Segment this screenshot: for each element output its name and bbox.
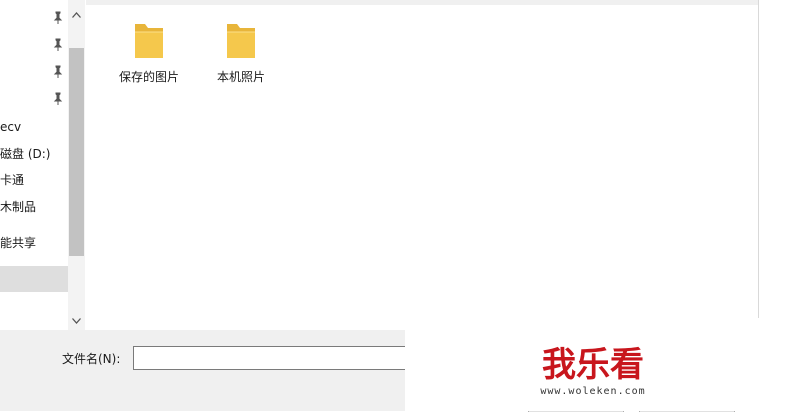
nav-item-quick-access-2[interactable]	[0, 34, 68, 56]
watermark-brand: 我乐看	[542, 345, 644, 385]
watermark-url: www.woleken.com	[540, 386, 645, 397]
nav-item-quick-access-4[interactable]	[0, 88, 68, 110]
nav-item-label: 卡通	[0, 173, 25, 187]
watermark-logo: 我乐看 www.woleken.com	[540, 345, 645, 397]
pin-icon[interactable]	[52, 65, 64, 79]
navigation-pane: ecv 磁盘 (D:) 卡通 木制品 能共享	[0, 0, 68, 330]
nav-item-selected[interactable]	[0, 266, 68, 292]
nav-item-ecv[interactable]: ecv	[0, 116, 68, 138]
folder-icon	[135, 24, 163, 58]
nav-item-label: 能共享	[0, 236, 37, 250]
pin-icon[interactable]	[52, 11, 64, 25]
pin-icon[interactable]	[52, 92, 64, 106]
folder-label: 本机照片	[216, 70, 265, 84]
header-edge	[86, 0, 758, 5]
nav-scrollbar[interactable]	[68, 0, 85, 330]
pin-icon[interactable]	[52, 38, 64, 52]
chevron-down-icon	[72, 317, 81, 324]
folder-saved-pictures[interactable]: 保存的图片	[104, 18, 194, 85]
nav-item-label: ecv	[0, 120, 22, 134]
nav-item-label: 木制品	[0, 200, 37, 214]
filename-label: 文件名(N):	[62, 352, 121, 366]
nav-item-label: 磁盘 (D:)	[0, 147, 51, 161]
nav-item-quick-access-3[interactable]	[0, 61, 68, 83]
nav-item-drive-d[interactable]: 磁盘 (D:)	[0, 143, 68, 165]
folder-label: 保存的图片	[118, 70, 179, 84]
scroll-thumb[interactable]	[69, 48, 84, 256]
nav-item-share[interactable]: 能共享	[0, 232, 68, 254]
window-divider	[758, 0, 759, 330]
chevron-up-icon	[72, 11, 81, 18]
scroll-up-button[interactable]	[68, 6, 85, 23]
file-list-area[interactable]: 保存的图片 本机照片	[86, 0, 758, 330]
watermark: 我乐看 www.woleken.com	[405, 318, 796, 411]
scroll-down-button[interactable]	[68, 312, 85, 329]
nav-item-wood-products[interactable]: 木制品	[0, 196, 68, 218]
nav-item-quick-access-1[interactable]	[0, 7, 68, 29]
folder-icon	[227, 24, 255, 58]
nav-item-cartoon[interactable]: 卡通	[0, 169, 68, 191]
folder-camera-roll[interactable]: 本机照片	[196, 18, 286, 85]
